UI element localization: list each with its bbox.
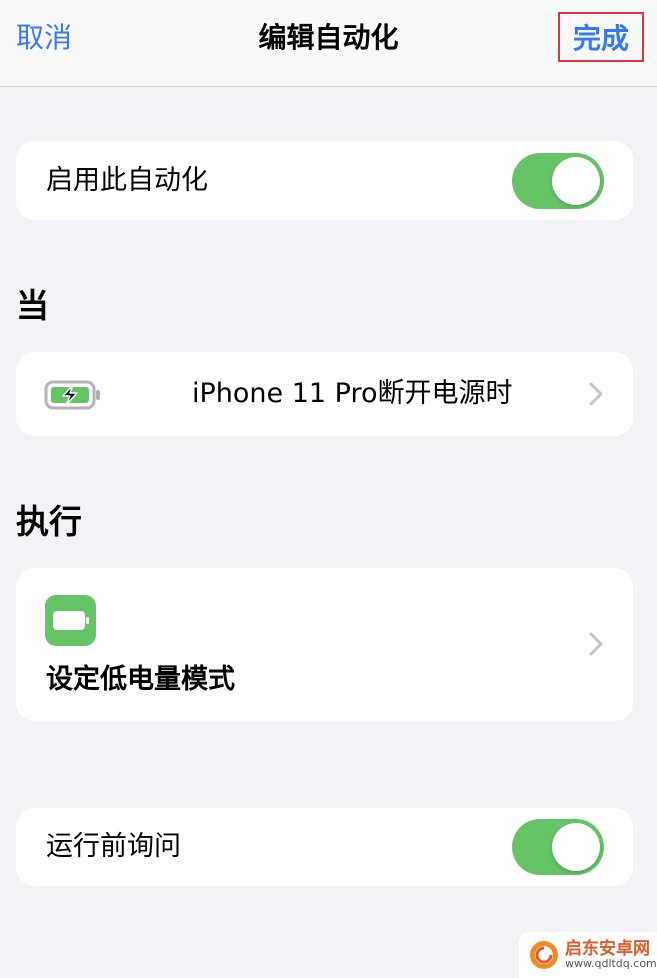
done-button[interactable]: 完成 [558, 12, 644, 62]
enable-automation-toggle[interactable] [512, 153, 604, 209]
do-section-header: 执行 [16, 502, 82, 541]
watermark: 启东安卓网 www.qdltdq.com [519, 932, 657, 978]
ask-before-running-toggle[interactable] [512, 819, 604, 875]
navigation-bar: 取消 编辑自动化 完成 [0, 0, 657, 87]
toggle-knob [552, 823, 600, 871]
action-icon-tile [45, 595, 96, 646]
toggle-knob [552, 157, 600, 205]
enable-automation-label: 启用此自动化 [46, 165, 208, 196]
watermark-url: www.qdltdq.com [565, 957, 657, 971]
ask-before-running-label: 运行前询问 [46, 831, 181, 862]
chevron-right-icon [589, 632, 603, 656]
battery-charging-icon [44, 380, 100, 410]
when-section-header: 当 [16, 286, 49, 325]
chevron-right-icon [589, 382, 603, 406]
action-label: 设定低电量模式 [46, 664, 235, 695]
watermark-name: 启东安卓网 [565, 938, 650, 959]
ask-before-running-row: 运行前询问 [16, 808, 633, 886]
logo-icon [530, 941, 558, 969]
trigger-text: iPhone 11 Pro断开电源时 [192, 378, 513, 409]
battery-icon [53, 611, 89, 630]
enable-automation-row: 启用此自动化 [16, 141, 633, 220]
trigger-row[interactable]: iPhone 11 Pro断开电源时 [16, 352, 633, 436]
action-row[interactable]: 设定低电量模式 [16, 568, 633, 721]
